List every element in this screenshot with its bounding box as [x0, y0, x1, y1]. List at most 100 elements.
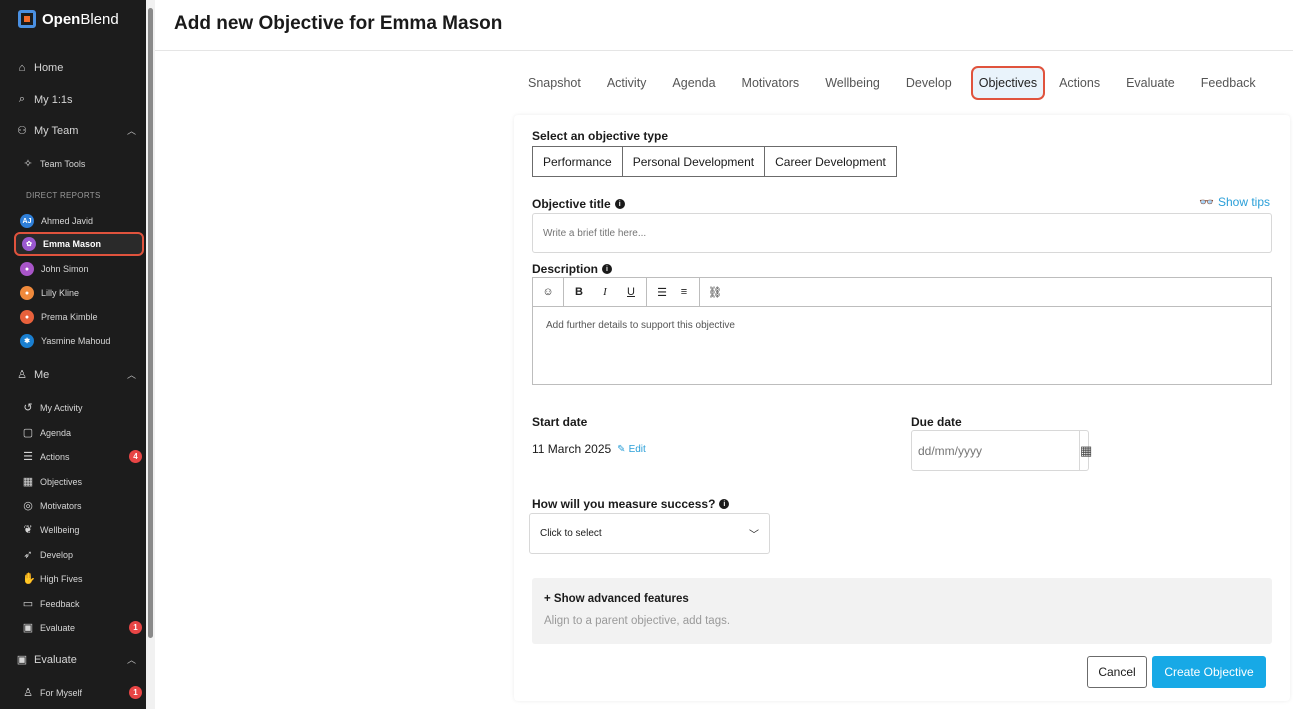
nav-actions[interactable]: ☰ Actions 4	[22, 450, 142, 463]
rocket-icon: ➶	[23, 549, 33, 561]
measure-success-select[interactable]: Click to select ﹀	[529, 513, 770, 554]
description-textarea[interactable]: Add further details to support this obje…	[533, 307, 1271, 344]
calendar-icon[interactable]: ▦	[1079, 431, 1092, 470]
objective-title-label: Objective title i	[532, 197, 625, 211]
evaluate-icon: ▣	[22, 622, 34, 634]
bold-icon[interactable]: B	[570, 286, 588, 298]
openblend-logo-icon	[18, 10, 36, 28]
italic-icon[interactable]: I	[596, 286, 614, 298]
nav-objectives[interactable]: ▦ Objectives	[22, 475, 142, 488]
profile-tabs: Snapshot Activity Agenda Motivators Well…	[514, 66, 1269, 100]
chevron-down-icon: ﹀	[749, 530, 759, 541]
start-date-value: 11 March 2025 ✎ Edit	[532, 442, 646, 456]
link-icon[interactable]: ⛓	[706, 286, 724, 299]
nav-for-myself[interactable]: ♙ For Myself 1	[22, 686, 142, 699]
emoji-icon[interactable]: ☺	[539, 286, 557, 298]
nav-agenda[interactable]: ▢ Agenda	[22, 426, 142, 439]
type-personal-development-button[interactable]: Personal Development	[623, 147, 766, 176]
avatar: ●	[20, 262, 34, 276]
chevron-up-icon[interactable]: ︿	[127, 124, 136, 137]
person-icon: ♙	[23, 687, 33, 699]
tab-feedback[interactable]: Feedback	[1188, 66, 1269, 100]
leaf-icon: ❦	[23, 524, 33, 536]
nav-my-team[interactable]: ⚇ My Team ︿	[16, 124, 136, 138]
editor-toolbar: ☺ B I U ☰ ≡ ⛓	[533, 277, 1271, 307]
tab-agenda[interactable]: Agenda	[659, 66, 728, 100]
nav-evaluate[interactable]: ▣ Evaluate ︿	[16, 653, 136, 667]
create-objective-button[interactable]: Create Objective	[1152, 656, 1266, 688]
due-date-field: ▦	[911, 430, 1092, 471]
tab-wellbeing[interactable]: Wellbeing	[812, 66, 893, 100]
home-icon: ⌂	[18, 62, 26, 74]
report-ahmed-javid[interactable]: AJ Ahmed Javid	[20, 211, 142, 231]
description-label: Description i	[532, 262, 613, 276]
report-john-simon[interactable]: ● John Simon	[20, 259, 142, 279]
history-icon: ↺	[23, 402, 33, 414]
advanced-features-hint: Align to a parent objective, add tags.	[544, 615, 731, 627]
nav-evaluate-me[interactable]: ▣ Evaluate 1	[22, 621, 142, 634]
cancel-button[interactable]: Cancel	[1087, 656, 1147, 688]
avatar: ✱	[20, 334, 34, 348]
nav-develop[interactable]: ➶ Develop	[22, 548, 142, 561]
nav-my-1on1s[interactable]: ⌕ My 1:1s	[16, 93, 136, 106]
objectives-icon: ▦	[22, 476, 34, 488]
tab-objectives[interactable]: Objectives	[970, 66, 1046, 100]
objective-type-selector: Performance Personal Development Career …	[532, 146, 897, 177]
tab-activity[interactable]: Activity	[594, 66, 660, 100]
nav-team-tools[interactable]: ✧ Team Tools	[22, 157, 142, 170]
tab-actions[interactable]: Actions	[1051, 66, 1113, 100]
objective-title-input[interactable]	[532, 213, 1272, 253]
nav-my-activity[interactable]: ↺ My Activity	[22, 401, 142, 414]
nav-feedback[interactable]: ▭ Feedback	[22, 597, 142, 610]
tab-snapshot[interactable]: Snapshot	[514, 66, 594, 100]
edit-start-date-link[interactable]: ✎ Edit	[617, 444, 646, 455]
sparkle-icon: ✧	[23, 158, 33, 170]
advanced-features-panel[interactable]: + Show advanced features Align to a pare…	[532, 578, 1272, 644]
scrollbar-thumb[interactable]	[148, 8, 153, 638]
clipboard-icon: ▢	[22, 427, 34, 439]
info-icon[interactable]: i	[719, 499, 730, 509]
report-yasmine-mahoud[interactable]: ✱ Yasmine Mahoud	[20, 331, 142, 351]
high-five-icon: ✋	[22, 573, 36, 585]
report-lilly-kline[interactable]: ● Lilly Kline	[20, 283, 142, 303]
numbered-list-icon[interactable]: ≡	[675, 286, 693, 298]
nav-motivators[interactable]: ◎ Motivators	[22, 499, 142, 512]
type-career-development-button[interactable]: Career Development	[765, 147, 896, 176]
underline-icon[interactable]: U	[622, 286, 640, 298]
sidebar-scrollbar[interactable]	[146, 0, 155, 709]
report-emma-mason[interactable]: ✿ Emma Mason	[14, 232, 144, 256]
checklist-icon: ☰	[23, 451, 33, 463]
target-icon: ◎	[23, 500, 33, 512]
measure-success-label: How will you measure success? i	[532, 497, 730, 511]
tab-evaluate[interactable]: Evaluate	[1113, 66, 1188, 100]
direct-reports-label: DIRECT REPORTS	[26, 191, 101, 200]
due-date-input[interactable]	[912, 431, 1079, 470]
tab-motivators[interactable]: Motivators	[729, 66, 813, 100]
nav-wellbeing[interactable]: ❦ Wellbeing	[22, 523, 142, 536]
feedback-icon: ▭	[22, 598, 34, 610]
type-performance-button[interactable]: Performance	[533, 147, 623, 176]
actions-count-badge: 4	[129, 450, 142, 463]
sidebar: OpenBlend ⌂ Home ⌕ My 1:1s ⚇ My Team ︿ ✧…	[0, 0, 146, 709]
edit-icon: ✎	[617, 443, 626, 455]
show-tips-link[interactable]: 👓 Show tips	[1199, 195, 1270, 209]
avatar: AJ	[20, 214, 34, 228]
glasses-icon: 👓	[1199, 195, 1214, 209]
info-icon[interactable]: i	[614, 199, 625, 209]
bullet-list-icon[interactable]: ☰	[653, 286, 671, 299]
nav-high-fives[interactable]: ✋ High Fives	[22, 572, 142, 585]
chevron-up-icon[interactable]: ︿	[127, 653, 136, 666]
report-prema-kimble[interactable]: ● Prema Kimble	[20, 307, 142, 327]
description-editor: ☺ B I U ☰ ≡ ⛓ Add further details to sup…	[532, 277, 1272, 385]
brand-logo[interactable]: OpenBlend	[18, 10, 119, 28]
user-icon: ♙	[17, 369, 27, 381]
page-title: Add new Objective for Emma Mason	[174, 13, 503, 34]
nav-home[interactable]: ⌂ Home	[16, 62, 136, 74]
avatar: ●	[20, 310, 34, 324]
evaluate-icon: ▣	[16, 654, 28, 666]
chevron-up-icon[interactable]: ︿	[127, 368, 136, 381]
info-icon[interactable]: i	[602, 264, 613, 274]
nav-me[interactable]: ♙ Me ︿	[16, 368, 136, 382]
show-advanced-features-toggle[interactable]: + Show advanced features	[544, 593, 1260, 605]
tab-develop[interactable]: Develop	[893, 66, 965, 100]
